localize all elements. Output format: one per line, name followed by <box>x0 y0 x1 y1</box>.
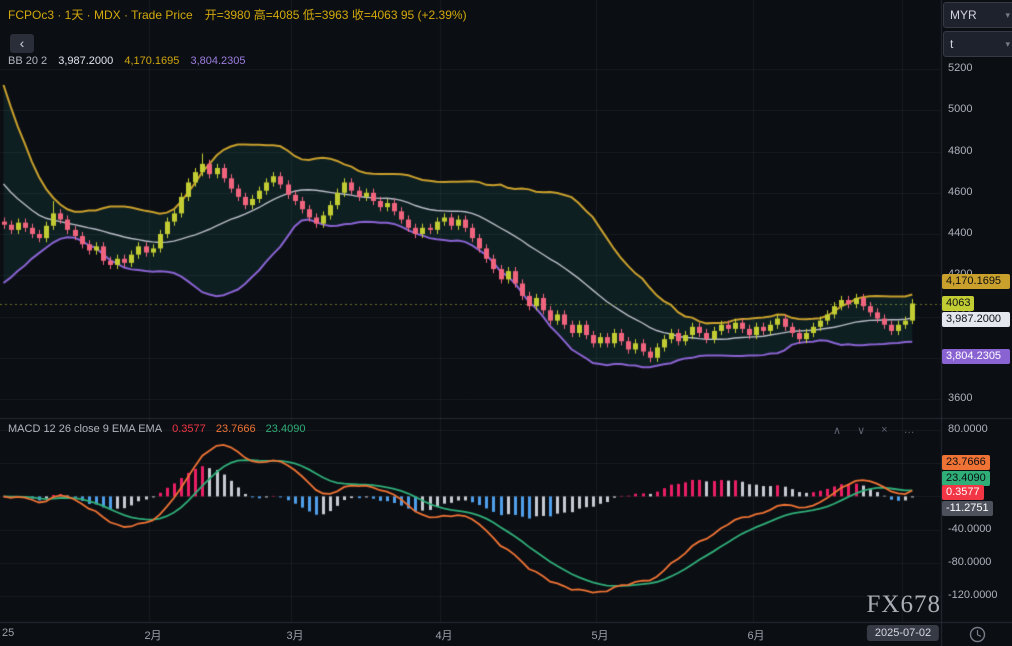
chart-canvas[interactable] <box>0 0 1012 646</box>
currency-dropdown[interactable]: MYR ▾ <box>943 2 1012 28</box>
more-options-icon[interactable]: … <box>904 424 915 437</box>
unit-dropdown[interactable]: t ▾ <box>943 31 1012 57</box>
chevron-down-icon: ▾ <box>1005 32 1010 56</box>
macd-tick-label: -80.0000 <box>948 556 991 568</box>
time-axis[interactable]: 2025-07-02 25 2月 3月 4月 5月 6月 <box>0 623 1012 646</box>
clock-icon[interactable] <box>969 626 986 643</box>
price-tick-label: 4600 <box>948 186 972 198</box>
time-axis-label: 5月 <box>591 627 608 643</box>
macd-label: MACD 12 26 close 9 EMA EMA <box>8 423 162 435</box>
price-axis-panel[interactable]: MYR ▾ t ▾ 520050004800460044004200400038… <box>942 0 1012 622</box>
trading-chart-app: FCPOc3 · 1天 · MDX · Trade Price 开=3980 高=… <box>0 0 1012 646</box>
unit-label: t <box>950 37 953 51</box>
price-tick-label: 4800 <box>948 145 972 157</box>
macd-line-value: 23.7666 <box>216 423 256 435</box>
currency-label: MYR <box>950 8 977 22</box>
macd-legend: MACD 12 26 close 9 EMA EMA 0.3577 23.766… <box>8 423 312 435</box>
macd-line-badge: 23.7666 <box>942 455 990 470</box>
time-axis-label: 4月 <box>435 627 452 643</box>
macd-tick-label: 80.0000 <box>948 423 988 435</box>
ohlc-values: 开=3980 高=4085 低=3963 收=4063 95 (+2.39%) <box>205 8 467 22</box>
macd-hist-value: 0.3577 <box>172 423 206 435</box>
bb-label: BB 20 2 <box>8 55 47 67</box>
time-axis-label: 25 <box>2 627 14 639</box>
macd-tick-label: -120.0000 <box>948 589 998 601</box>
time-axis-label: 3月 <box>286 627 303 643</box>
bb-mid-value: 3,987.2000 <box>58 55 113 67</box>
watermark: FX678 <box>867 591 941 619</box>
price-tick-label: 3600 <box>948 392 972 404</box>
time-axis-label: 6月 <box>747 627 764 643</box>
histogram-badge: 0.3577 <box>942 485 984 500</box>
price-tick-label: 4400 <box>948 227 972 239</box>
bb-lower-badge: 3,804.2305 <box>942 349 1010 364</box>
price-tick-label: 5000 <box>948 103 972 115</box>
current-date-badge: 2025-07-02 <box>867 625 939 641</box>
signal-line-badge: 23.4090 <box>942 471 990 486</box>
chevron-down-icon: ▾ <box>1005 3 1010 27</box>
macd-signal-value: 23.4090 <box>266 423 306 435</box>
price-tick-label: 5200 <box>948 62 972 74</box>
chevron-down-icon[interactable]: ∨ <box>857 424 865 437</box>
pane-controls: ∧ ∨ × … <box>833 424 915 437</box>
macd-extra-badge: -11.2751 <box>942 501 993 516</box>
close-icon[interactable]: × <box>881 424 887 437</box>
back-button[interactable]: ‹ <box>10 34 34 53</box>
bb-legend: BB 20 2 3,987.2000 4,170.1695 3,804.2305 <box>8 55 254 67</box>
bb-mid-badge: 3,987.2000 <box>942 312 1010 327</box>
chevron-up-icon[interactable]: ∧ <box>833 424 841 437</box>
bb-upper-value: 4,170.1695 <box>124 55 179 67</box>
time-axis-label: 2月 <box>144 627 161 643</box>
symbol-title: FCPOc3 · 1天 · MDX · Trade Price <box>8 8 193 22</box>
bb-upper-badge: 4,170.1695 <box>942 274 1010 289</box>
symbol-header: FCPOc3 · 1天 · MDX · Trade Price 开=3980 高=… <box>8 6 467 23</box>
bb-lower-value: 3,804.2305 <box>190 55 245 67</box>
last-price-badge: 4063 <box>942 296 974 311</box>
macd-tick-label: -40.0000 <box>948 523 991 535</box>
